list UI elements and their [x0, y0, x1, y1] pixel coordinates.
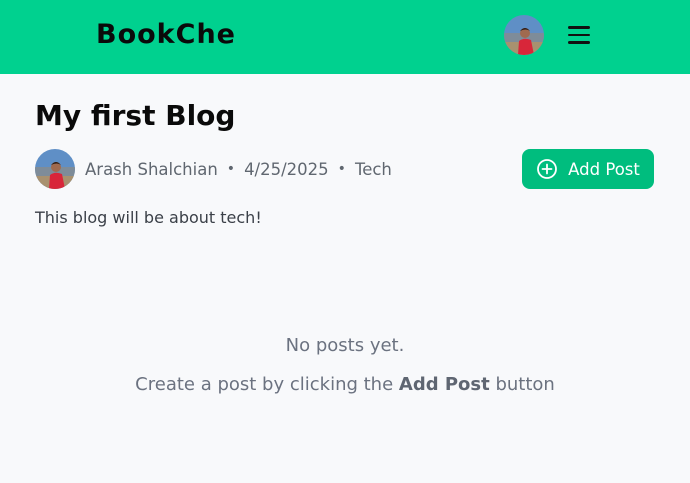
- meta-separator: •: [337, 161, 346, 177]
- empty-state-hint: Create a post by clicking the Add Post b…: [0, 373, 690, 397]
- plus-circle-icon: [537, 159, 558, 179]
- top-navbar: BookChe: [0, 0, 690, 74]
- author-avatar: [35, 149, 75, 189]
- post-date: 4/25/2025: [244, 159, 329, 179]
- user-avatar[interactable]: [504, 15, 544, 55]
- add-post-button[interactable]: Add Post: [522, 149, 654, 189]
- blog-category: Tech: [354, 159, 392, 179]
- brand-logo[interactable]: BookChe: [96, 17, 236, 53]
- meta-separator: •: [226, 161, 236, 177]
- blog-description: This blog will be about tech!: [35, 208, 262, 227]
- hamburger-menu-icon[interactable]: [565, 22, 593, 48]
- empty-hint-before: Create a post by clicking the: [135, 374, 399, 395]
- blog-meta: Arash Shalchian • 4/25/2025 • Tech: [35, 149, 392, 189]
- empty-state-title: No posts yet.: [285, 335, 405, 356]
- blog-title: My first Blog: [35, 99, 236, 132]
- empty-hint-after: button: [489, 374, 555, 395]
- author-name: Arash Shalchian: [85, 159, 218, 179]
- add-post-label: Add Post: [568, 159, 640, 179]
- empty-hint-bold: Add Post: [398, 374, 490, 395]
